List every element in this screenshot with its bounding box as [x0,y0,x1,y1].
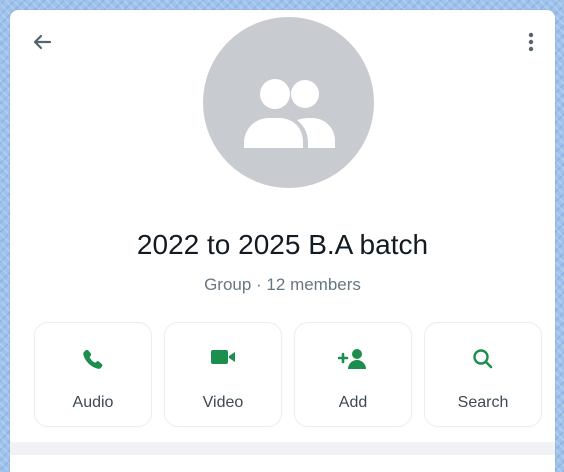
group-info-panel: 2022 to 2025 B.A batch Group · 12 member… [10,10,555,472]
search-label: Search [457,394,509,411]
audio-call-button[interactable]: Audio [34,322,152,427]
arrow-left-icon [33,34,52,50]
video-camera-icon [211,350,235,364]
more-vertical-icon [528,32,534,52]
group-subtitle: Group · 12 members [204,275,361,294]
group-actions: Audio Video Add Search [34,322,544,427]
video-label: Video [202,394,244,411]
add-member-button[interactable]: Add [294,322,412,427]
more-options-button[interactable] [513,22,549,62]
audio-label: Audio [72,394,114,411]
back-button[interactable] [22,22,62,62]
phone-icon [83,349,103,369]
add-label: Add [338,394,368,411]
video-call-button[interactable]: Video [164,322,282,427]
group-avatar[interactable] [203,17,374,188]
search-icon [473,349,493,369]
search-button[interactable]: Search [424,322,542,427]
group-name: 2022 to 2025 B.A batch [136,229,429,260]
group-icon [244,79,335,148]
section-divider [10,442,555,455]
add-person-icon [338,349,366,369]
